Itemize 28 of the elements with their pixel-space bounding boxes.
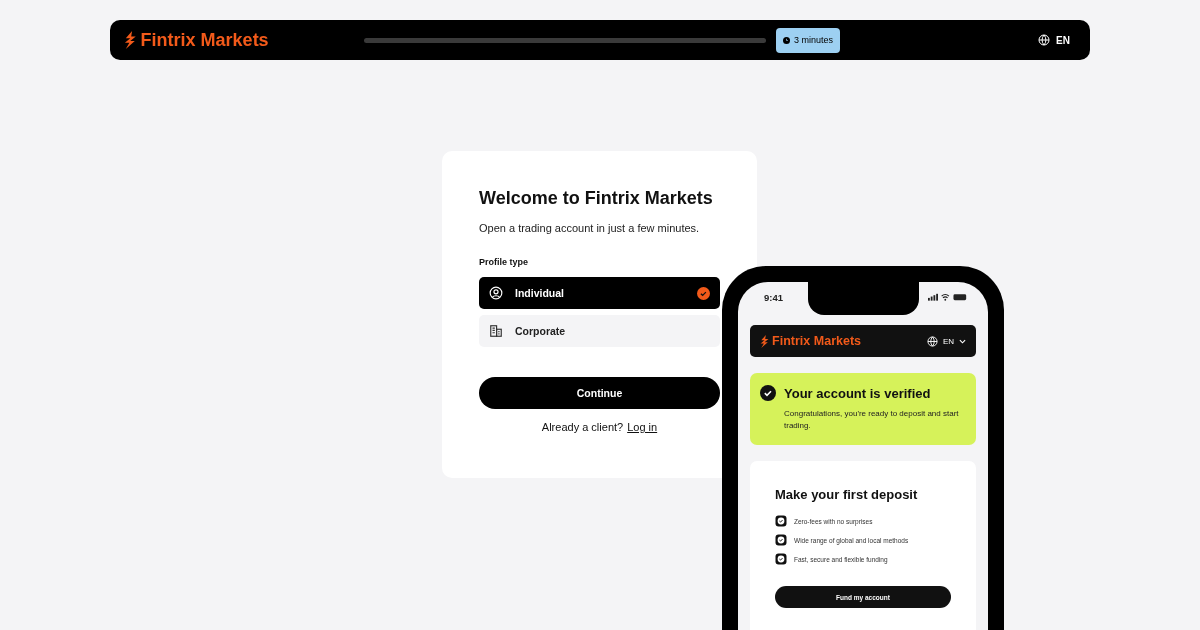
profile-type-label: Profile type: [479, 257, 529, 267]
lightning-logo-icon: [760, 334, 770, 348]
user-icon: [489, 286, 503, 300]
profile-option[interactable]: Corporate: [479, 315, 720, 347]
language-selector[interactable]: EN: [1038, 34, 1070, 46]
time-estimate: 3 minutes: [794, 35, 834, 45]
status-time: 9:41: [764, 291, 783, 303]
welcome-title: Welcome to Fintrix Markets: [479, 188, 714, 209]
welcome-subtitle: Open a trading account in just a few minutes.: [479, 222, 701, 234]
language-selector[interactable]: EN: [926, 335, 966, 347]
building-icon: [489, 324, 503, 338]
brand-name: Fintrix Markets: [772, 334, 861, 348]
verified-text: Congratulations, you're ready to deposit and start trading.: [784, 408, 960, 432]
status-icons: [928, 293, 968, 301]
profile-option[interactable]: Individual: [479, 277, 720, 309]
brand-name: Fintrix Markets: [140, 29, 269, 51]
check-circle-icon: [760, 385, 776, 401]
login-prompt: Already a client?: [541, 421, 624, 433]
verified-title: Your account is verified: [784, 385, 931, 401]
chevron-down-icon: [959, 338, 966, 344]
globe-icon: [926, 335, 938, 347]
lightning-logo-icon: [124, 31, 137, 49]
check-icon: [697, 286, 710, 300]
login-link[interactable]: Log in: [627, 421, 658, 433]
continue-button[interactable]: Continue: [479, 377, 720, 409]
globe-icon: [1038, 34, 1051, 46]
deposit-title: Make your first deposit: [775, 487, 919, 503]
clock-icon: [783, 36, 790, 44]
